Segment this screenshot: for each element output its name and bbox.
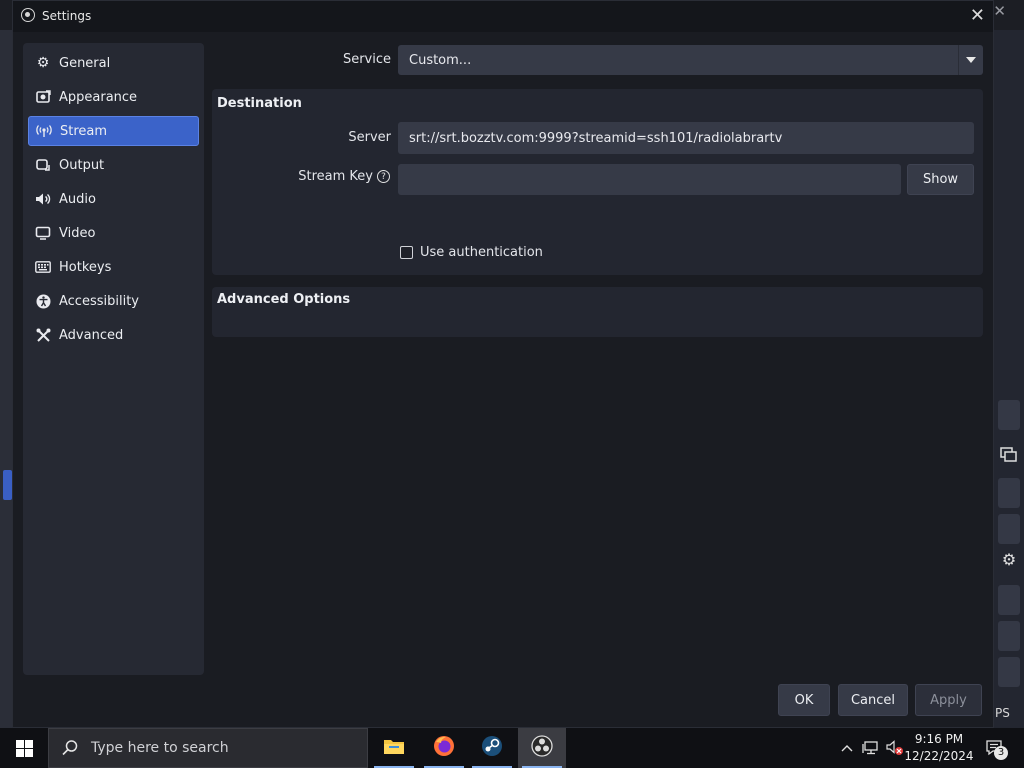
sidebar-item-output[interactable]: Output [28,150,199,180]
server-value: srt://srt.bozztv.com:9999?streamid=ssh10… [409,130,783,146]
dialog-titlebar: Settings ✕ [13,1,993,32]
main-control-button[interactable] [998,514,1020,544]
sidebar-item-label: Advanced [59,327,124,343]
notification-badge: 3 [994,746,1008,760]
keyboard-icon [35,259,51,275]
close-icon[interactable]: ✕ [970,5,985,26]
service-label: Service [342,52,391,67]
sidebar-item-audio[interactable]: Audio [28,184,199,214]
stream-key-label: Stream Key [298,169,373,184]
main-control-button[interactable] [998,400,1020,430]
steam-icon [480,734,504,762]
appearance-icon [35,89,51,105]
advanced-options-group: Advanced Options [212,287,983,337]
main-close-icon[interactable]: ✕ [993,2,1006,20]
taskbar-search-box[interactable]: Type here to search [48,728,368,768]
sidebar-item-label: Video [59,225,96,241]
sidebar-item-label: Hotkeys [59,259,112,275]
sidebar-item-label: Stream [60,123,108,139]
sidebar-item-label: Audio [59,191,96,207]
sidebar-item-appearance[interactable]: Appearance [28,82,199,112]
obs-icon [530,734,554,762]
clock-time: 9:16 PM [914,732,964,746]
use-authentication-label[interactable]: Use authentication [420,245,543,260]
service-value: Custom... [409,52,472,68]
speaker-icon [35,191,51,207]
sidebar-item-stream[interactable]: Stream [28,116,199,146]
sidebar-item-hotkeys[interactable]: Hotkeys [28,252,199,282]
sidebar-item-general[interactable]: ⚙ General [28,48,199,78]
sidebar-item-label: Accessibility [59,293,139,309]
settings-sidebar: ⚙ General Appearance Stream Output Audio… [23,43,204,675]
clock-date: 12/22/2024 [904,749,974,763]
windows-taskbar: Type here to search 9:16 PM 12/22/2024 3 [0,728,1024,768]
taskbar-steam[interactable] [468,728,516,768]
show-key-button[interactable]: Show [907,164,974,195]
taskbar-clock[interactable]: 9:16 PM 12/22/2024 [904,731,974,765]
taskbar-file-explorer[interactable] [370,728,418,768]
output-icon [35,157,51,173]
ok-button[interactable]: OK [778,684,830,716]
search-icon [61,739,79,757]
main-control-button[interactable] [998,478,1020,508]
network-icon[interactable] [860,728,882,768]
main-controls-strip: ⚙ [994,30,1024,728]
main-control-button[interactable] [998,657,1020,687]
sidebar-item-accessibility[interactable]: Accessibility [28,286,199,316]
firefox-icon [432,734,456,762]
sidebar-item-label: General [59,55,111,71]
main-fps-label: PS [995,706,1010,720]
volume-muted-icon[interactable] [884,728,906,768]
apply-button[interactable]: Apply [915,684,982,716]
advanced-options-title: Advanced Options [217,292,351,307]
sidebar-item-label: Appearance [59,89,138,105]
dialog-title: Settings [42,9,92,23]
service-select[interactable]: Custom... [398,45,983,75]
server-label: Server [348,130,391,145]
main-window-icon[interactable] [998,445,1020,467]
main-scene-item[interactable] [3,470,12,500]
sidebar-item-video[interactable]: Video [28,218,199,248]
help-icon[interactable]: ? [377,170,390,183]
main-control-button[interactable] [998,621,1020,651]
cancel-button[interactable]: Cancel [838,684,908,716]
main-left-panel-strip [0,30,12,728]
search-placeholder: Type here to search [91,740,229,756]
gear-icon: ⚙ [36,55,50,71]
tools-icon [35,327,51,343]
destination-title: Destination [217,96,302,111]
folder-icon [383,737,405,759]
sidebar-item-advanced[interactable]: Advanced [28,320,199,350]
stream-key-input[interactable] [398,164,901,195]
settings-dialog: Settings ✕ ⚙ General Appearance Stream O… [12,0,994,728]
server-input[interactable]: srt://srt.bozztv.com:9999?streamid=ssh10… [398,122,974,154]
antenna-icon [36,123,52,139]
sidebar-item-label: Output [59,157,105,173]
taskbar-obs[interactable] [518,728,566,768]
monitor-icon [35,225,51,241]
chevron-down-icon[interactable] [958,45,983,75]
chevron-up-icon[interactable] [838,728,856,768]
notification-center-icon[interactable]: 3 [980,728,1010,768]
accessibility-icon [35,293,51,309]
taskbar-firefox[interactable] [420,728,468,768]
obs-logo-icon [21,8,35,22]
windows-start-icon[interactable] [0,728,48,768]
main-control-button[interactable] [998,585,1020,615]
main-settings-gear-icon[interactable]: ⚙ [998,550,1020,572]
use-authentication-checkbox[interactable] [400,246,413,259]
